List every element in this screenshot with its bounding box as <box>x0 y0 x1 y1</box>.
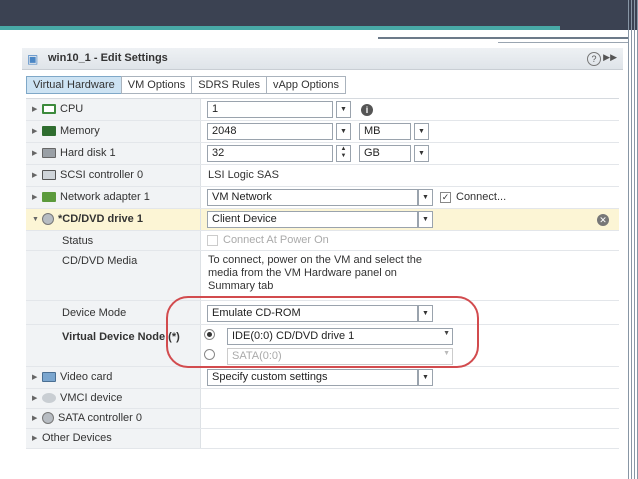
expand-arrow-icon[interactable]: ▶ <box>32 193 42 201</box>
cpu-dropdown-button[interactable]: ▼ <box>336 101 351 118</box>
cd-dvd-media-row: CD/DVD Media To connect, power on the VM… <box>26 251 619 301</box>
hard-disk-icon <box>42 148 56 158</box>
info-icon[interactable]: i <box>361 104 373 116</box>
hw-row-network[interactable]: ▶ Network adapter 1 VM Network ▼ ✓ Conne… <box>26 187 619 209</box>
slide-rule-line <box>378 37 628 39</box>
media-description: To connect, power on the VM and select t… <box>208 254 423 292</box>
hardware-grid: ▶ CPU 1 ▼ i ▶ Memory 2048 ▼ MB ▼ ▶ Hard … <box>26 98 619 449</box>
expand-arrow-icon[interactable]: ▶ <box>32 127 42 135</box>
scsi-label: SCSI controller 0 <box>60 169 144 181</box>
tab-sdrs-rules[interactable]: SDRS Rules <box>191 76 266 94</box>
memory-unit-dropdown-button[interactable]: ▼ <box>414 123 429 140</box>
video-card-select[interactable]: Specify custom settings <box>207 369 418 386</box>
network-adapter-icon <box>42 192 56 202</box>
cd-dvd-label: *CD/DVD drive 1 <box>58 213 143 225</box>
hw-row-vmci[interactable]: ▶ VMCI device <box>26 389 619 409</box>
hard-disk-size-field[interactable]: 32 <box>207 145 333 162</box>
network-label: Network adapter 1 <box>60 191 150 203</box>
hw-row-memory[interactable]: ▶ Memory 2048 ▼ MB ▼ <box>26 121 619 143</box>
cd-dvd-source-dropdown-button[interactable]: ▼ <box>418 211 433 228</box>
cd-dvd-icon <box>42 213 54 225</box>
slide-header-accent <box>0 26 560 30</box>
cpu-icon <box>42 104 56 114</box>
sata-controller-label: SATA controller 0 <box>58 412 142 424</box>
memory-unit-field[interactable]: MB <box>359 123 411 140</box>
hw-row-sata-controller[interactable]: ▶ SATA controller 0 <box>26 409 619 429</box>
collapse-arrow-icon[interactable]: ▼ <box>32 216 42 223</box>
memory-icon <box>42 126 56 136</box>
expand-icon[interactable]: ▶▶ <box>603 52 617 63</box>
tab-virtual-hardware[interactable]: Virtual Hardware <box>26 76 121 94</box>
network-dropdown-button[interactable]: ▼ <box>418 189 433 206</box>
device-mode-label: Device Mode <box>62 307 127 319</box>
cd-dvd-status-row: Status Connect At Power On <box>26 231 619 251</box>
virtual-device-node-label: Virtual Device Node (*) <box>62 331 180 343</box>
memory-label: Memory <box>60 125 100 137</box>
expand-arrow-icon[interactable]: ▶ <box>32 373 42 381</box>
scsi-type-value: LSI Logic SAS <box>208 169 279 181</box>
video-card-label: Video card <box>60 371 113 383</box>
expand-arrow-icon[interactable]: ▶ <box>32 171 42 179</box>
video-card-icon <box>42 372 56 382</box>
slide-vertical-rules <box>626 0 638 479</box>
media-label: CD/DVD Media <box>62 255 138 267</box>
scsi-controller-icon <box>42 170 56 180</box>
highlight-annotation-ring <box>166 296 479 368</box>
connect-checkbox[interactable]: ✓ <box>440 192 451 203</box>
cd-dvd-source-select[interactable]: Client Device <box>207 211 418 228</box>
dialog-title: win10_1 - Edit Settings <box>48 52 168 64</box>
hard-disk-unit-field[interactable]: GB <box>359 145 411 162</box>
tab-vapp-options[interactable]: vApp Options <box>265 76 346 94</box>
hw-row-cd-dvd[interactable]: ▼ *CD/DVD drive 1 Client Device ▼ ✕ <box>26 209 619 231</box>
help-icon[interactable]: ? <box>587 52 601 66</box>
expand-arrow-icon[interactable]: ▶ <box>32 394 42 402</box>
memory-dropdown-button[interactable]: ▼ <box>336 123 351 140</box>
status-label: Status <box>62 235 94 247</box>
other-devices-label: Other Devices <box>42 432 112 444</box>
memory-size-field[interactable]: 2048 <box>207 123 333 140</box>
hard-disk-unit-dropdown-button[interactable]: ▼ <box>414 145 429 162</box>
network-select[interactable]: VM Network <box>207 189 418 206</box>
video-card-dropdown-button[interactable]: ▼ <box>418 369 433 386</box>
vm-icon: ▣ <box>27 52 39 66</box>
tab-vm-options[interactable]: VM Options <box>120 76 192 94</box>
hw-row-cpu[interactable]: ▶ CPU 1 ▼ i <box>26 99 619 121</box>
slide-rule-line-short <box>498 42 628 43</box>
hw-row-hard-disk[interactable]: ▶ Hard disk 1 32 ▲ ▼ GB ▼ <box>26 143 619 165</box>
hard-disk-label: Hard disk 1 <box>60 147 116 159</box>
expand-arrow-icon[interactable]: ▶ <box>32 105 42 113</box>
connect-at-power-on-label: Connect At Power On <box>223 234 329 246</box>
hard-disk-stepper[interactable]: ▲ ▼ <box>336 145 351 162</box>
dialog-titlebar: ▣ win10_1 - Edit Settings ? ▶▶ <box>22 48 623 70</box>
cpu-count-field[interactable]: 1 <box>207 101 333 118</box>
vmci-device-icon <box>42 393 56 403</box>
hw-row-scsi[interactable]: ▶ SCSI controller 0 LSI Logic SAS <box>26 165 619 187</box>
hw-row-video-card[interactable]: ▶ Video card Specify custom settings ▼ <box>26 367 619 389</box>
expand-arrow-icon[interactable]: ▶ <box>32 414 42 422</box>
vmci-label: VMCI device <box>60 392 123 404</box>
expand-arrow-icon[interactable]: ▶ <box>32 149 42 157</box>
connect-label: Connect... <box>456 191 507 203</box>
expand-arrow-icon[interactable]: ▶ <box>32 434 42 442</box>
edit-settings-dialog: ▣ win10_1 - Edit Settings ? ▶▶ Virtual H… <box>22 48 623 458</box>
hw-row-other-devices[interactable]: ▶ Other Devices <box>26 429 619 449</box>
cpu-label: CPU <box>60 103 84 115</box>
settings-tabs: Virtual Hardware VM Options SDRS Rules v… <box>26 76 346 94</box>
connect-at-power-on-checkbox[interactable] <box>207 235 218 246</box>
sata-controller-icon <box>42 412 54 424</box>
remove-device-icon[interactable]: ✕ <box>597 214 609 226</box>
